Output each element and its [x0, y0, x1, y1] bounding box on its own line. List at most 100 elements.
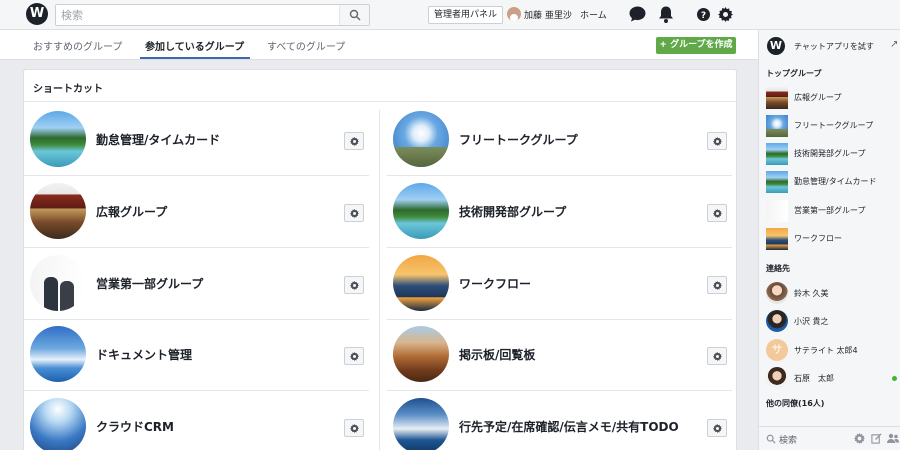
- shortcut-item[interactable]: 技術開発部グループ: [387, 176, 732, 248]
- sidebar-group-label: フリートークグループ: [794, 121, 874, 130]
- shortcut-settings-button[interactable]: [344, 347, 364, 365]
- svg-text:?: ?: [701, 11, 706, 21]
- shortcut-label: クラウドCRM: [96, 420, 174, 434]
- user-name: 加藤 亜里沙: [524, 11, 572, 21]
- colleagues-heading: 他の同僚(16人): [766, 399, 825, 408]
- search-input[interactable]: [56, 5, 339, 25]
- sidebar-group-item[interactable]: 勤怠管理/タイムカード: [759, 167, 900, 195]
- search-button[interactable]: [339, 5, 369, 25]
- shortcut-settings-button[interactable]: [707, 419, 727, 437]
- group-thumbnail: [30, 111, 86, 167]
- settings-gear-icon[interactable]: [718, 7, 733, 22]
- shortcut-label: ドキュメント管理: [96, 348, 193, 362]
- help-icon[interactable]: ?: [697, 8, 710, 21]
- contacts-heading: 連絡先: [766, 264, 790, 273]
- tab-all-groups[interactable]: すべてのグループ: [267, 38, 345, 53]
- group-thumbnail: [766, 143, 788, 165]
- shortcut-item[interactable]: クラウドCRM: [24, 391, 369, 450]
- shortcut-item[interactable]: 広報グループ: [24, 176, 369, 248]
- shortcut-item[interactable]: フリートークグループ: [387, 104, 732, 176]
- avatar: [766, 282, 788, 304]
- contact-item[interactable]: 石原 太郎: [759, 364, 900, 392]
- shortcut-item[interactable]: 勤怠管理/タイムカード: [24, 104, 369, 176]
- sidebar-search-input[interactable]: 検索: [779, 433, 797, 446]
- sidebar-footer: 検索: [759, 426, 900, 450]
- gear-icon: [713, 137, 722, 146]
- shortcut-label: 広報グループ: [96, 205, 168, 219]
- gear-icon: [350, 137, 359, 146]
- gear-icon: [350, 352, 359, 361]
- admin-panel-button[interactable]: 管理者用パネル: [428, 6, 504, 24]
- sidebar-group-label: ワークフロー: [794, 234, 842, 243]
- avatar: [766, 310, 788, 332]
- group-thumbnail: [393, 398, 449, 450]
- gear-icon: [713, 209, 722, 218]
- divider: [24, 101, 736, 102]
- gear-icon: [713, 281, 722, 290]
- sidebar-group-item[interactable]: 技術開発部グループ: [759, 139, 900, 167]
- sidebar-group-item[interactable]: ワークフロー: [759, 224, 900, 252]
- group-thumbnail: [393, 183, 449, 239]
- contact-name: 石原 太郎: [794, 374, 834, 383]
- chat-bubble-icon[interactable]: [628, 5, 647, 24]
- sidebar-group-label: 勤怠管理/タイムカード: [794, 177, 877, 186]
- try-chat-app-link[interactable]: W チャットアプリを試す ↗: [759, 30, 900, 62]
- create-group-button[interactable]: + グループを作成: [656, 37, 736, 54]
- shortcut-label: 技術開発部グループ: [459, 205, 567, 219]
- contact-item[interactable]: 鈴木 久美: [759, 279, 900, 307]
- tab-recommended-groups[interactable]: おすすめのグループ: [33, 38, 122, 53]
- top-groups-heading: トップグループ: [766, 69, 822, 78]
- shortcut-item[interactable]: 営業第一部グループ: [24, 248, 369, 320]
- try-chat-app-label: チャットアプリを試す: [794, 42, 874, 51]
- group-thumbnail: [766, 200, 788, 222]
- divider: [379, 110, 380, 450]
- people-icon[interactable]: [887, 433, 899, 444]
- shortcut-settings-button[interactable]: [707, 132, 727, 150]
- bell-icon[interactable]: [657, 5, 675, 24]
- shortcut-item[interactable]: ドキュメント管理: [24, 319, 369, 391]
- gear-icon: [713, 424, 722, 433]
- contact-item[interactable]: サ サテライト 太郎4: [759, 336, 900, 364]
- group-thumbnail: [30, 255, 86, 311]
- settings-gear-icon[interactable]: [854, 433, 865, 444]
- gear-icon: [713, 352, 722, 361]
- sidebar-group-item[interactable]: 営業第一部グループ: [759, 196, 900, 224]
- tab-joined-groups[interactable]: 参加しているグループ: [145, 38, 244, 53]
- shortcut-label: 営業第一部グループ: [96, 277, 204, 291]
- avatar: [507, 7, 521, 21]
- compose-icon[interactable]: [871, 433, 882, 444]
- shortcut-item[interactable]: ワークフロー: [387, 248, 732, 320]
- shortcut-label: 掲示板/回覧板: [459, 348, 536, 362]
- group-thumbnail: [393, 326, 449, 382]
- shortcuts-panel: ショートカット 勤怠管理/タイムカード 広報グループ 営業第一部グループ ドキュ…: [23, 69, 737, 450]
- sidebar-group-label: 広報グループ: [794, 93, 842, 102]
- group-thumbnail: [766, 228, 788, 250]
- shortcut-settings-button[interactable]: [707, 347, 727, 365]
- shortcut-item[interactable]: 掲示板/回覧板: [387, 319, 732, 391]
- avatar: [766, 367, 788, 389]
- contact-name: サテライト 太郎4: [794, 346, 858, 355]
- group-tabs-bar: おすすめのグループ 参加しているグループ すべてのグループ + グループを作成: [0, 30, 758, 60]
- search-box: [55, 4, 370, 26]
- shortcut-settings-button[interactable]: [344, 419, 364, 437]
- search-icon: [349, 9, 361, 21]
- shortcut-settings-button[interactable]: [344, 132, 364, 150]
- sidebar-group-item[interactable]: 広報グループ: [759, 83, 900, 111]
- workplace-logo[interactable]: W: [26, 3, 48, 25]
- shortcut-item[interactable]: 行先予定/在席確認/伝言メモ/共有TODO: [387, 391, 732, 450]
- sidebar-group-item[interactable]: フリートークグループ: [759, 111, 900, 139]
- group-thumbnail: [30, 326, 86, 382]
- home-link[interactable]: ホーム: [580, 8, 607, 21]
- shortcut-settings-button[interactable]: [707, 276, 727, 294]
- sidebar-group-label: 技術開発部グループ: [794, 149, 866, 158]
- right-sidebar: W チャットアプリを試す ↗ トップグループ 広報グループ フリートークグループ…: [758, 30, 900, 450]
- external-link-icon: ↗: [890, 39, 899, 50]
- shortcut-label: ワークフロー: [459, 277, 532, 291]
- workplace-chat-logo: W: [767, 37, 785, 55]
- contact-item[interactable]: 小沢 貴之: [759, 307, 900, 335]
- shortcut-settings-button[interactable]: [344, 276, 364, 294]
- shortcut-settings-button[interactable]: [707, 204, 727, 222]
- group-thumbnail: [393, 255, 449, 311]
- shortcut-label: 行先予定/在席確認/伝言メモ/共有TODO: [459, 420, 679, 434]
- shortcut-settings-button[interactable]: [344, 204, 364, 222]
